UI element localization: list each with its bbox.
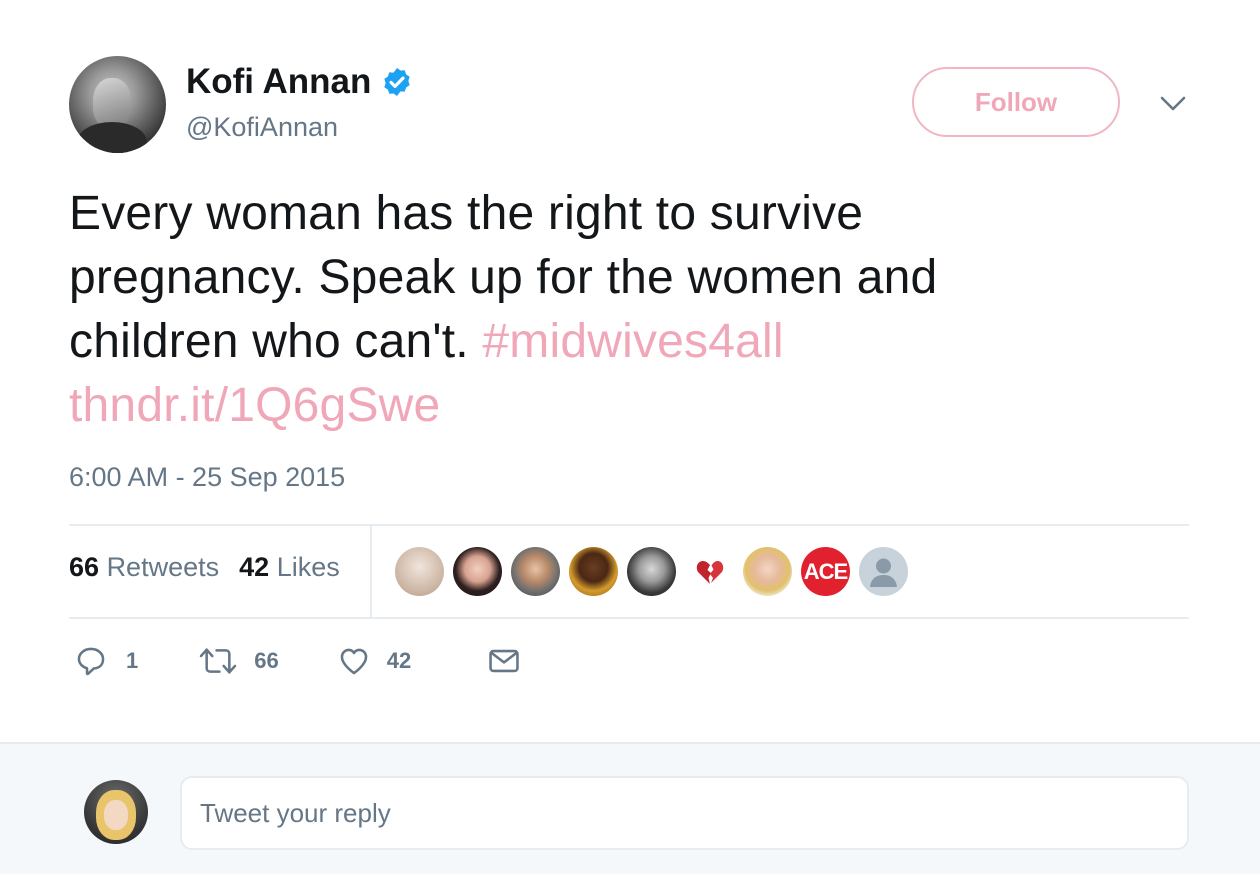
likers-avatars: ACE [395, 547, 917, 596]
avatar-face [93, 78, 131, 128]
tweet-actions: 1 66 42 [74, 644, 521, 678]
liker-avatar-3[interactable] [511, 547, 560, 596]
stats-separator [370, 526, 372, 618]
avatar-face [104, 800, 128, 830]
liker-avatar-6[interactable] [685, 547, 734, 596]
tweet-text: Every woman has the right to survive pre… [69, 182, 1169, 438]
retweets-count: 66 [69, 552, 100, 582]
verified-badge-icon [384, 68, 411, 96]
retweets-label: Retweets [106, 552, 220, 582]
direct-message-action[interactable] [487, 644, 521, 678]
author-name[interactable]: Kofi Annan [186, 62, 371, 102]
liker-avatar-8[interactable]: ACE [801, 547, 850, 596]
likes-count: 42 [239, 552, 270, 582]
reply-input[interactable]: Tweet your reply [180, 776, 1189, 850]
divider-top [69, 524, 1189, 526]
default-user-icon [870, 558, 897, 587]
tweet-card: Kofi Annan @KofiAnnan Follow Every woman… [0, 0, 1260, 742]
retweets-stat[interactable]: 66 Retweets [69, 552, 219, 583]
tweet-timestamp[interactable]: 6:00 AM - 25 Sep 2015 [69, 462, 345, 493]
likes-stat[interactable]: 42 Likes [239, 552, 340, 583]
chevron-down-icon[interactable] [1158, 92, 1188, 116]
tweet-stats: 66 Retweets 42 Likes [69, 552, 360, 583]
liker-avatar-2[interactable] [453, 547, 502, 596]
liker-avatar-4[interactable] [569, 547, 618, 596]
like-count: 42 [386, 648, 412, 673]
author-name-row[interactable]: Kofi Annan [186, 62, 413, 102]
reply-action[interactable]: 1 [74, 644, 138, 678]
avatar-shoulder [77, 122, 147, 153]
retweet-action[interactable]: 66 [198, 644, 279, 678]
envelope-icon [489, 649, 519, 673]
retweet-count: 66 [254, 648, 279, 673]
liker-avatar-5[interactable] [627, 547, 676, 596]
liker-badge-text: ACE [803, 558, 848, 584]
liker-avatar-1[interactable] [395, 547, 444, 596]
follow-button[interactable]: Follow [912, 67, 1120, 137]
reply-area: Tweet your reply [0, 742, 1260, 874]
tweet-text-line: Every woman has the right to survive [69, 187, 864, 240]
heart-icon [340, 648, 368, 675]
tweet-text-line: children who can't. #midwives4all [69, 310, 1169, 374]
tweet-text-fragment: children who can't. [69, 315, 483, 368]
current-user-avatar[interactable] [84, 780, 148, 844]
url-link[interactable]: thndr.it/1Q6gSwe [69, 374, 1169, 438]
tweet-text-line: pregnancy. Speak up for the women and [69, 251, 938, 304]
divider-bottom [69, 617, 1189, 619]
author-handle[interactable]: @KofiAnnan [186, 110, 338, 144]
retweet-icon [199, 648, 237, 674]
liker-avatar-9[interactable] [859, 547, 908, 596]
broken-heart-icon [696, 560, 723, 584]
hashtag-link[interactable]: #midwives4all [482, 315, 783, 368]
author-avatar[interactable] [69, 56, 166, 153]
reply-icon [77, 647, 105, 676]
reply-count: 1 [126, 648, 139, 673]
likes-label: Likes [276, 552, 340, 582]
like-action[interactable]: 42 [337, 644, 411, 678]
liker-avatar-7[interactable] [743, 547, 792, 596]
